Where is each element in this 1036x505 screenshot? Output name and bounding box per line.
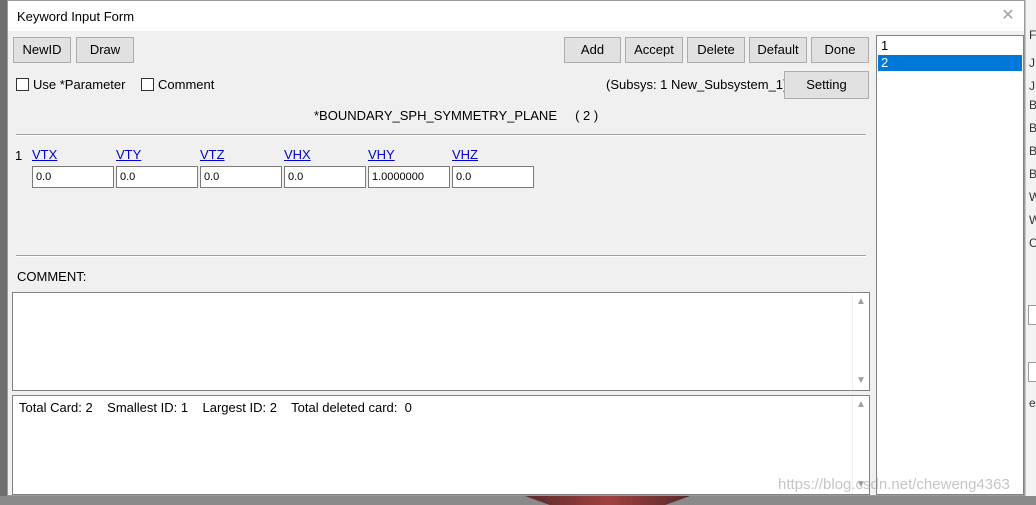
bg-text-fragment: JF (1029, 79, 1036, 93)
title-bar: Keyword Input Form ✕ (8, 1, 1024, 31)
default-button[interactable]: Default (749, 37, 807, 63)
delete-button[interactable]: Delete (687, 37, 745, 63)
bg-text-fragment: C (1029, 236, 1036, 250)
bg-text-fragment: WI (1029, 213, 1036, 227)
scroll-up-icon[interactable]: ▲ (853, 398, 869, 412)
vtx-input[interactable] (32, 166, 114, 188)
accept-button[interactable]: Accept (625, 37, 683, 63)
comment-textarea[interactable]: ▲ ▼ (12, 292, 870, 391)
field-label-vtz[interactable]: VTZ (200, 147, 225, 162)
keyword-card-count: ( 2 ) (575, 108, 599, 123)
keyword-name: *BOUNDARY_SPH_SYMMETRY_PLANE (314, 108, 557, 123)
bg-text-fragment: BU (1029, 98, 1036, 112)
vhx-input[interactable] (284, 166, 366, 188)
use-parameter-checkbox[interactable]: Use *Parameter (16, 77, 125, 93)
bg-text-fragment: ex (1029, 396, 1036, 410)
field-label-vhy[interactable]: VHY (368, 147, 395, 162)
bg-text-fragment: JF (1029, 56, 1036, 70)
scroll-down-icon[interactable]: ▼ (853, 374, 869, 388)
close-icon[interactable]: ✕ (998, 6, 1018, 26)
vhy-input[interactable] (368, 166, 450, 188)
bg-text-fragment: F (1029, 28, 1036, 42)
background-window: F JF JF BU BU BU BU WI WI C ex (1025, 0, 1036, 505)
vty-input[interactable] (116, 166, 198, 188)
background-model-shape (525, 496, 690, 505)
checkbox-box[interactable] (16, 78, 29, 91)
bg-text-fragment: BU (1029, 121, 1036, 135)
separator (16, 255, 866, 257)
keyword-input-form-window: Keyword Input Form ✕ NewID Draw Add Acce… (7, 0, 1025, 496)
subsystem-label: (Subsys: 1 New_Subsystem_1) (606, 77, 788, 92)
bg-input-box (1028, 362, 1036, 382)
bg-text-fragment: BU (1029, 167, 1036, 181)
id-listbox[interactable]: 1 2 (876, 35, 1024, 495)
field-label-vhx[interactable]: VHX (284, 147, 311, 162)
done-button[interactable]: Done (811, 37, 869, 63)
comment-label: COMMENT: (17, 269, 87, 284)
scroll-up-icon[interactable]: ▲ (853, 295, 869, 309)
comment-checkbox[interactable]: Comment (141, 77, 214, 93)
newid-button[interactable]: NewID (13, 37, 71, 63)
status-textarea[interactable]: Total Card: 2 Smallest ID: 1 Largest ID:… (12, 395, 870, 495)
comment-checkbox-label: Comment (158, 77, 215, 92)
vtz-input[interactable] (200, 166, 282, 188)
window-title: Keyword Input Form (17, 9, 135, 24)
keyword-title: *BOUNDARY_SPH_SYMMETRY_PLANE ( 2 ) (314, 108, 598, 123)
watermark-text: https://blog.csdn.net/cheweng4363 (778, 476, 1010, 493)
list-item-selected[interactable]: 2 (878, 55, 1022, 71)
field-label-vty[interactable]: VTY (116, 147, 141, 162)
checkbox-box[interactable] (141, 78, 154, 91)
bg-text-fragment: WI (1029, 190, 1036, 204)
setting-button[interactable]: Setting (784, 71, 869, 99)
background-canvas (0, 496, 1036, 505)
use-parameter-label: Use *Parameter (33, 77, 126, 92)
vhz-input[interactable] (452, 166, 534, 188)
comment-scrollbar[interactable]: ▲ ▼ (852, 293, 869, 390)
card-statistics-text: Total Card: 2 Smallest ID: 1 Largest ID:… (19, 400, 412, 415)
bg-input-box (1028, 305, 1036, 325)
bg-text-fragment: BU (1029, 144, 1036, 158)
separator (16, 134, 866, 136)
card-row-number: 1 (15, 148, 23, 163)
list-item[interactable]: 1 (878, 38, 1022, 54)
draw-button[interactable]: Draw (76, 37, 134, 63)
field-label-vhz[interactable]: VHZ (452, 147, 478, 162)
add-button[interactable]: Add (564, 37, 621, 63)
field-label-vtx[interactable]: VTX (32, 147, 57, 162)
